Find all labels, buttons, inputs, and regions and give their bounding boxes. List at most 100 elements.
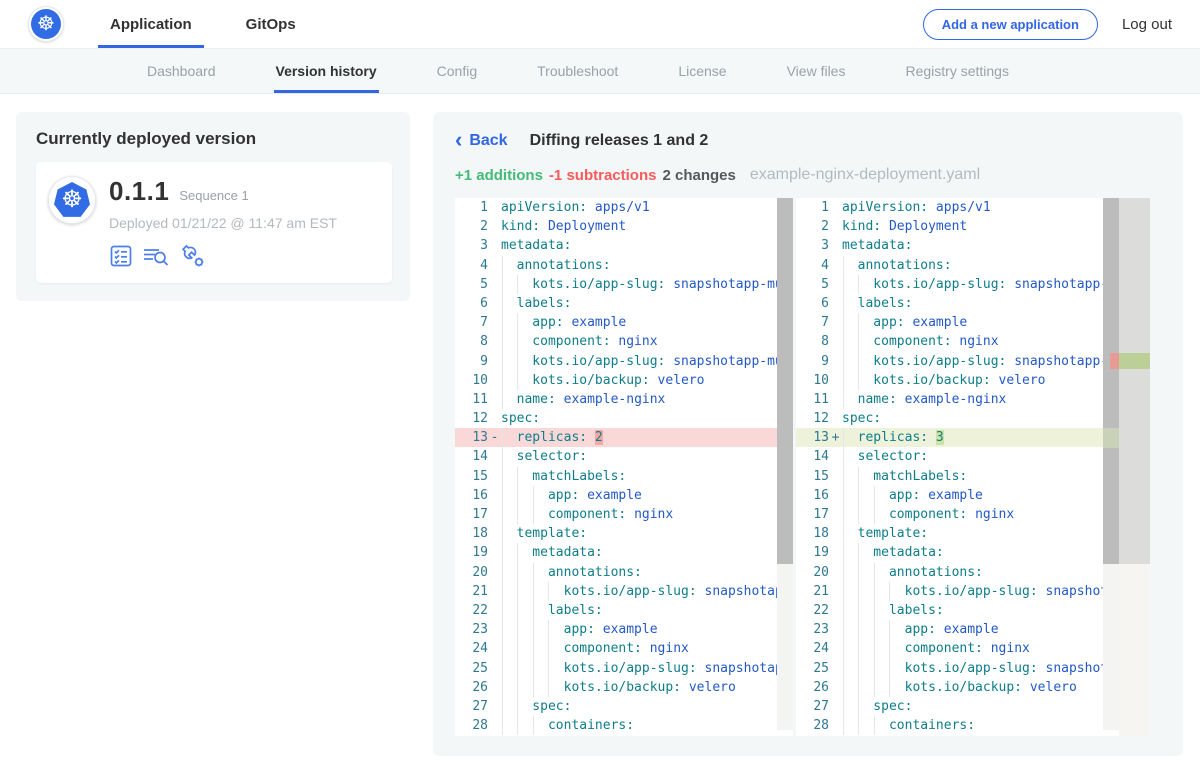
line-number: 7 [455,313,501,332]
code-line: 23 app: example [455,620,793,639]
code-text: app: example [501,620,793,639]
app-icon-badge: ☸ [48,176,96,224]
scrollbar-new[interactable] [1103,198,1119,730]
code-text: component: nginx [501,505,793,524]
code-line: 22 labels: [455,601,793,620]
code-text: template: [501,524,793,543]
subnav-config[interactable]: Config [435,49,479,93]
diff-panel-new: 1apiVersion: apps/v12kind: Deployment3me… [796,198,1150,736]
code-line: 13+ replicas: 3 [796,428,1150,447]
code-line: 3metadata: [796,236,1150,255]
code-line: 19 metadata: [796,543,1150,562]
code-text: spec: [501,697,793,716]
code-text: annotations: [501,256,793,275]
code-line: 9 kots.io/app-slug: snapshotapp-mu [796,352,1150,371]
code-line: 7 app: example [796,313,1150,332]
version-number: 0.1.1 [109,176,169,207]
config-icon[interactable] [180,243,206,269]
code-line: 5 kots.io/app-slug: snapshotapp-mu [796,275,1150,294]
code-line: 13- replicas: 2 [455,428,793,447]
line-number: 24 [796,639,842,658]
code-line: 20 annotations: [455,563,793,582]
code-line: 17 component: nginx [796,505,1150,524]
line-number: 21 [455,582,501,601]
line-number: 5 [455,275,501,294]
code-text: kots.io/app-slug: snapshotapp-mu [501,275,793,294]
diff-title: Diffing releases 1 and 2 [530,132,709,150]
line-number: 22 [455,601,501,620]
preflight-checks-icon[interactable] [109,244,133,268]
code-line: 18 template: [455,524,793,543]
minimap-removed-marker [1110,353,1119,369]
code-line: 20 annotations: [796,563,1150,582]
code-text: annotations: [501,563,793,582]
code-text: spec: [501,409,793,428]
deployed-card-title: Currently deployed version [36,129,392,149]
code-line: 8 component: nginx [796,332,1150,351]
line-number: 28 [455,716,501,735]
release-notes-icon[interactable] [143,244,170,268]
line-number: 1 [455,198,501,217]
code-line: 4 annotations: [455,256,793,275]
line-number: 10 [455,371,501,390]
line-number: 11 [455,390,501,409]
code-line: 17 component: nginx [455,505,793,524]
code-line: 12spec: [455,409,793,428]
line-number: 24 [455,639,501,658]
subnav-version-history[interactable]: Version history [274,49,379,93]
changes-count: 2 changes [662,167,735,184]
code-line: 24 component: nginx [455,639,793,658]
deployed-timestamp: Deployed 01/21/22 @ 11:47 am EST [109,215,337,231]
currently-deployed-card: Currently deployed version ☸ 0.1.1 Seque… [16,112,410,301]
line-number: 6 [796,294,842,313]
subnav-view-files[interactable]: View files [785,49,848,93]
code-text: component: nginx [501,332,793,351]
subnav-license[interactable]: License [676,49,728,93]
line-number: 4 [455,256,501,275]
line-number: 13+ [796,428,842,447]
code-line: 6 labels: [796,294,1150,313]
line-number: 25 [796,659,842,678]
code-line: 7 app: example [455,313,793,332]
tab-gitops[interactable]: GitOps [234,0,308,48]
diff-panel-old: 1apiVersion: apps/v12kind: Deployment3me… [455,198,793,736]
subnav-registry-settings[interactable]: Registry settings [903,49,1010,93]
line-number: 19 [455,543,501,562]
subnav-dashboard[interactable]: Dashboard [145,49,218,93]
code-text: metadata: [501,236,793,255]
code-line: 21 kots.io/app-slug: snapshotap [455,582,793,601]
line-number: 26 [455,678,501,697]
top-nav-tabs: Application GitOps [98,0,308,48]
logout-link[interactable]: Log out [1122,16,1172,33]
code-line: 8 component: nginx [455,332,793,351]
deployed-version-box: ☸ 0.1.1 Sequence 1 Deployed 01/21/22 @ 1… [36,162,392,283]
line-number: 12 [455,409,501,428]
code-line: 19 metadata: [455,543,793,562]
line-number: 23 [455,620,501,639]
tab-application[interactable]: Application [98,0,204,48]
subnav-troubleshoot[interactable]: Troubleshoot [535,49,620,93]
line-number: 2 [455,217,501,236]
code-line: 28 containers: [796,716,1150,735]
code-line: 28 containers: [455,716,793,735]
code-line: 26 kots.io/backup: velero [796,678,1150,697]
scrollbar-old[interactable] [777,198,793,730]
diff-minimap[interactable] [1119,198,1150,736]
code-line: 9 kots.io/app-slug: snapshotapp-mu [455,352,793,371]
add-application-button[interactable]: Add a new application [923,9,1098,40]
code-text: metadata: [501,543,793,562]
kubernetes-logo: ☸ [28,6,64,42]
line-number: 15 [796,467,842,486]
back-link[interactable]: ‹ Back [455,132,508,151]
diff-filename: example-nginx-deployment.yaml [750,166,980,184]
code-line: 2kind: Deployment [796,217,1150,236]
line-number: 25 [455,659,501,678]
sequence-label: Sequence 1 [179,188,248,203]
code-text: replicas: 2 [501,428,793,447]
line-number: 12 [796,409,842,428]
code-line: 15 matchLabels: [455,467,793,486]
line-number: 28 [796,716,842,735]
subtractions-count: -1 subtractions [549,167,657,184]
line-number: 13- [455,428,501,447]
code-line: 14 selector: [455,447,793,466]
